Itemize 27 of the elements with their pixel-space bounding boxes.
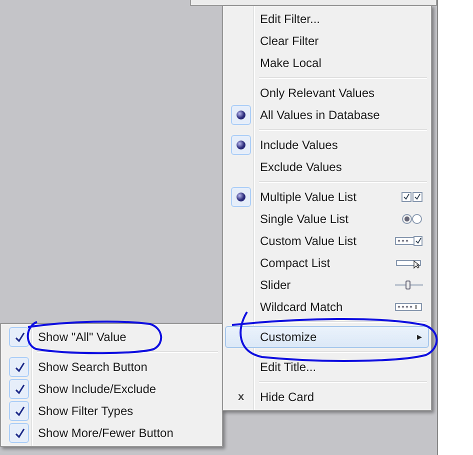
menu-item[interactable]: Multiple Value List bbox=[225, 186, 429, 208]
menu-item[interactable]: Include Values bbox=[225, 134, 429, 156]
text-field-icon bbox=[394, 301, 424, 313]
menu-item[interactable]: Show More/Fewer Button bbox=[3, 422, 220, 444]
menu-item[interactable]: Single Value List bbox=[225, 208, 429, 230]
dropdown-box-icon bbox=[394, 257, 424, 269]
menu-item[interactable]: Clear Filter bbox=[225, 30, 429, 52]
menu-item[interactable]: Exclude Values bbox=[225, 156, 429, 178]
slider-icon bbox=[394, 279, 424, 291]
menu-item[interactable]: Wildcard Match bbox=[225, 296, 429, 318]
menu-item[interactable]: Show Search Button bbox=[3, 356, 220, 378]
text-box-with-checkbox-icon bbox=[394, 235, 424, 247]
menu-item[interactable]: Show "All" Value bbox=[3, 326, 220, 348]
menu-item[interactable]: Only Relevant Values bbox=[225, 82, 429, 104]
menu-item[interactable]: Compact List bbox=[225, 252, 429, 274]
menu-item[interactable]: Edit Title... bbox=[225, 356, 429, 378]
menu-item[interactable]: Show Include/Exclude bbox=[3, 378, 220, 400]
menu-item[interactable]: Show Filter Types bbox=[3, 400, 220, 422]
menu-item[interactable]: Make Local bbox=[225, 52, 429, 74]
menu-item[interactable]: Edit Filter... bbox=[225, 8, 429, 30]
submenu-arrow: ▸ bbox=[417, 331, 422, 343]
menu-item[interactable]: Slider bbox=[225, 274, 429, 296]
menu-item[interactable]: Custom Value List bbox=[225, 230, 429, 252]
menu-item[interactable]: x Hide Card bbox=[225, 386, 429, 408]
menu-item[interactable]: Customize ▸ bbox=[225, 326, 429, 348]
close-glyph: x bbox=[238, 391, 244, 403]
menu-item[interactable]: All Values in Database bbox=[225, 104, 429, 126]
